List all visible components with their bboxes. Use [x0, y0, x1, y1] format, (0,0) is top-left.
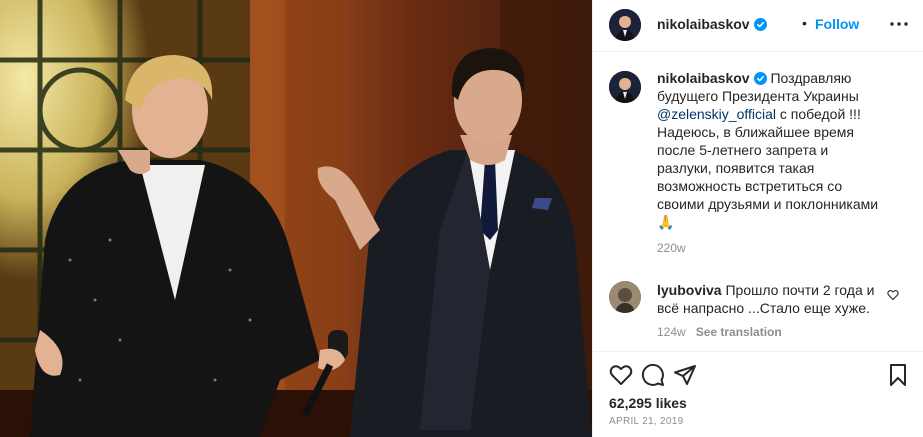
caption-line: возможность встретиться со	[657, 178, 843, 194]
comment-like-heart-icon[interactable]	[887, 289, 899, 301]
bookmark-icon[interactable]	[886, 363, 910, 387]
caption-avatar[interactable]	[609, 71, 641, 103]
verified-badge-icon	[753, 72, 767, 85]
caption-line: будущего Президента Украины	[657, 88, 859, 104]
username-text[interactable]: nikolaibaskov	[657, 16, 750, 32]
comment-timestamp[interactable]: 124w	[657, 325, 686, 339]
post-header: nikolaibaskov • Follow	[593, 0, 923, 52]
instagram-post: nikolaibaskov • Follow nikolaibaskov Поз…	[0, 0, 923, 437]
comment-username[interactable]: lyuboviva	[657, 282, 722, 298]
avatar-image	[609, 9, 641, 41]
caption-line: после 5-летнего запрета и	[657, 142, 829, 158]
post-date[interactable]: APRIL 21, 2019	[609, 416, 683, 427]
share-icon[interactable]	[673, 363, 697, 387]
caption-line: Поздравляю	[770, 70, 852, 86]
comment-text: Прошло почти 2 года и	[725, 282, 875, 298]
avatar-image	[609, 281, 641, 313]
username[interactable]: nikolaibaskov	[657, 16, 767, 32]
comment-body: lyuboviva Прошло почти 2 года и всё напр…	[657, 281, 877, 341]
avatar-image	[609, 71, 641, 103]
caption-line: с победой !!!	[779, 106, 861, 122]
comment-icon[interactable]	[641, 363, 665, 387]
verified-badge-icon	[753, 18, 767, 31]
action-bar: 62,295 likes APRIL 21, 2019	[593, 351, 923, 437]
see-translation-button[interactable]: See translation	[696, 325, 782, 339]
like-heart-icon[interactable]	[609, 363, 633, 387]
comment-meta: 124w See translation	[657, 323, 877, 341]
caption-timestamp[interactable]: 220w	[657, 239, 907, 257]
caption-line: разлуки, появится такая	[657, 160, 815, 176]
caption-text: nikolaibaskov Поздравляю будущего Презид…	[657, 69, 907, 257]
post-image	[0, 0, 592, 437]
separator-dot: •	[802, 15, 807, 31]
mention-link[interactable]: @zelenskiy_official	[657, 106, 776, 122]
post-sidebar: nikolaibaskov • Follow nikolaibaskov Поз…	[592, 0, 923, 437]
caption-line: Надеюсь, в ближайшее время	[657, 124, 855, 140]
avatar[interactable]	[609, 9, 641, 41]
comment-avatar[interactable]	[609, 281, 641, 313]
post-photo[interactable]	[0, 0, 592, 437]
follow-button[interactable]: Follow	[815, 16, 859, 32]
more-options-icon[interactable]	[888, 14, 910, 34]
caption-line: своими друзьями и поклонниками	[657, 196, 879, 212]
likes-count[interactable]: 62,295 likes	[609, 395, 687, 411]
pray-emoji: 🙏	[657, 214, 675, 230]
caption-username[interactable]: nikolaibaskov	[657, 70, 750, 86]
comment-text: всё напрасно ...Стало еще хуже.	[657, 300, 870, 316]
